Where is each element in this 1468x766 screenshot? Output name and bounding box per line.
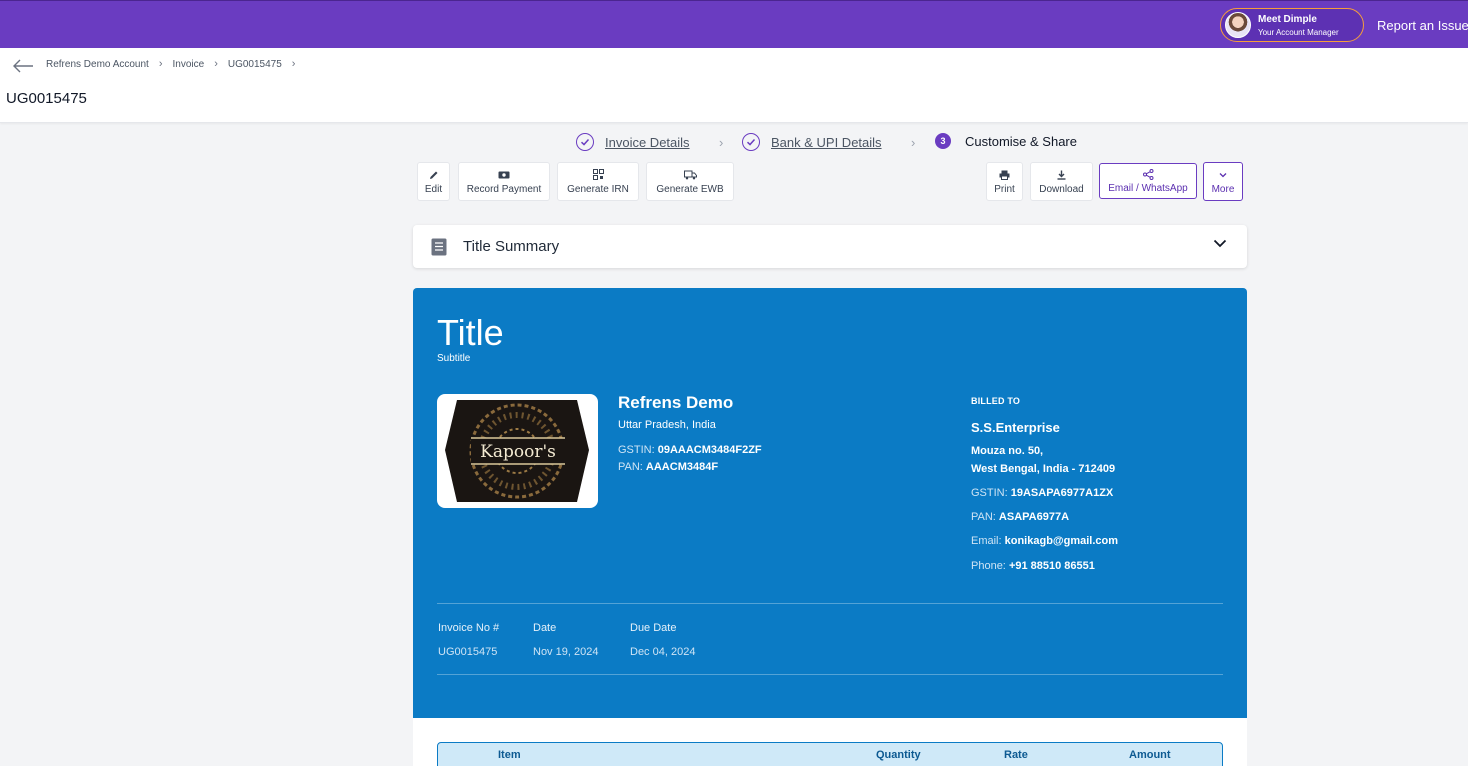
invoice-subtitle: Subtitle bbox=[437, 353, 471, 364]
seller-address: Uttar Pradesh, India bbox=[618, 419, 716, 431]
buyer-gstin: GSTIN: 19ASAPA6977A1ZX bbox=[971, 487, 1113, 499]
gstin-value: 19ASAPA6977A1ZX bbox=[1010, 487, 1114, 499]
divider bbox=[437, 603, 1223, 604]
step-label: Bank & UPI Details bbox=[771, 134, 882, 150]
email-label: Email: bbox=[971, 535, 1002, 547]
chevron-right-icon: › bbox=[214, 58, 218, 70]
buyer-pan: PAN: ASAPA6977A bbox=[971, 511, 1069, 523]
gstin-label: GSTIN: bbox=[618, 444, 655, 456]
download-icon bbox=[1057, 169, 1066, 181]
step-label: Invoice Details bbox=[605, 134, 690, 150]
pan-value: ASAPA6977A bbox=[998, 511, 1070, 523]
record-payment-button[interactable]: Record Payment bbox=[458, 162, 550, 201]
share-icon bbox=[1142, 168, 1154, 180]
chevron-right-icon: › bbox=[719, 135, 724, 150]
phone-value: +91 88510 86551 bbox=[1008, 560, 1095, 572]
page-header: Refrens Demo Account › Invoice › UG00154… bbox=[0, 48, 1468, 123]
gstin-value: 09AAACM3484F2ZF bbox=[657, 444, 762, 456]
items-table: Item Quantity Rate Amount bbox=[413, 718, 1247, 766]
gstin-label: GSTIN: bbox=[971, 487, 1008, 499]
record-payment-label: Record Payment bbox=[466, 183, 542, 195]
print-button[interactable]: Print bbox=[986, 162, 1023, 201]
kapoors-logo-image: Kapoor's bbox=[445, 400, 589, 502]
step-number: 3 bbox=[935, 133, 951, 149]
download-button[interactable]: Download bbox=[1030, 162, 1093, 201]
check-circle-icon bbox=[576, 133, 594, 151]
invoice-number-label: Invoice No # bbox=[438, 622, 500, 634]
report-issue-link[interactable]: Report an Issue bbox=[1377, 18, 1468, 33]
invoice-title: Title bbox=[437, 312, 504, 353]
business-logo: Kapoor's bbox=[437, 394, 598, 508]
breadcrumb-invoice-number[interactable]: UG0015475 bbox=[228, 59, 282, 70]
column-item: Item bbox=[498, 749, 521, 761]
edit-button[interactable]: Edit bbox=[417, 162, 450, 201]
pan-value: AAACM3484F bbox=[645, 461, 719, 473]
divider bbox=[437, 674, 1223, 675]
chevron-right-icon: › bbox=[291, 58, 296, 70]
pencil-icon bbox=[429, 169, 439, 181]
document-icon bbox=[431, 238, 447, 256]
avatar bbox=[1225, 12, 1251, 38]
email-value: konikagb@gmail.com bbox=[1004, 535, 1119, 547]
generate-ewb-label: Generate EWB bbox=[656, 183, 724, 195]
billed-to-heading: BILLED TO bbox=[971, 396, 1021, 406]
print-label: Print bbox=[994, 183, 1015, 195]
buyer-name: S.S.Enterprise bbox=[971, 420, 1060, 435]
more-button[interactable]: More bbox=[1203, 162, 1243, 201]
step-label: Customise & Share bbox=[965, 133, 1077, 149]
email-whatsapp-label: Email / WhatsApp bbox=[1108, 183, 1188, 194]
seller-pan: PAN: AAACM3484F bbox=[618, 461, 718, 473]
buyer-email: Email: konikagb@gmail.com bbox=[971, 535, 1118, 547]
logo-text: Kapoor's bbox=[480, 442, 556, 462]
manager-name: Meet Dimple bbox=[1258, 14, 1317, 25]
back-arrow-icon[interactable] bbox=[12, 58, 34, 74]
check-circle-icon bbox=[742, 133, 760, 151]
invoice-number-value: UG0015475 bbox=[438, 646, 498, 658]
breadcrumb: Refrens Demo Account › Invoice › UG00154… bbox=[46, 58, 305, 70]
chevron-down-icon bbox=[1219, 169, 1227, 181]
column-quantity: Quantity bbox=[876, 749, 921, 761]
truck-icon bbox=[683, 169, 697, 181]
edit-label: Edit bbox=[424, 183, 443, 195]
date-label: Date bbox=[533, 622, 557, 634]
buyer-address-line1: Mouza no. 50, bbox=[971, 445, 1044, 457]
download-label: Download bbox=[1039, 183, 1084, 195]
step-invoice-details[interactable]: Invoice Details bbox=[576, 133, 690, 151]
buyer-phone: Phone: +91 88510 86551 bbox=[971, 560, 1095, 572]
breadcrumb-invoice[interactable]: Invoice bbox=[173, 59, 205, 70]
seller-gstin: GSTIN: 09AAACM3484F2ZF bbox=[618, 444, 762, 456]
due-date-label: Due Date bbox=[630, 622, 677, 634]
items-table-header: Item Quantity Rate Amount bbox=[437, 742, 1223, 766]
step-customise-share[interactable]: 3 Customise & Share bbox=[935, 133, 1077, 149]
buyer-address-line2: West Bengal, India - 712409 bbox=[971, 463, 1116, 475]
column-amount: Amount bbox=[1129, 749, 1171, 761]
due-date-value: Dec 04, 2024 bbox=[630, 646, 696, 658]
pan-label: PAN: bbox=[618, 461, 643, 473]
title-summary-label: Title Summary bbox=[463, 238, 560, 255]
title-summary-accordion[interactable]: Title Summary bbox=[413, 225, 1247, 268]
column-rate: Rate bbox=[1004, 749, 1028, 761]
top-bar: Meet Dimple Your Account Manager Report … bbox=[0, 0, 1468, 48]
email-whatsapp-button[interactable]: Email / WhatsApp bbox=[1099, 163, 1197, 199]
manager-role: Your Account Manager bbox=[1258, 28, 1339, 37]
seller-name: Refrens Demo bbox=[618, 393, 734, 412]
generate-irn-label: Generate IRN bbox=[567, 183, 629, 195]
chevron-right-icon: › bbox=[158, 58, 163, 70]
chevron-down-icon[interactable] bbox=[1213, 239, 1227, 248]
printer-icon bbox=[999, 169, 1010, 181]
invoice-preview: Title Subtitle Kapoor's Refrens Demo Utt… bbox=[413, 288, 1247, 718]
cash-icon bbox=[498, 169, 510, 181]
generate-ewb-button[interactable]: Generate EWB bbox=[646, 162, 734, 201]
pan-label: PAN: bbox=[971, 511, 996, 523]
phone-label: Phone: bbox=[971, 560, 1006, 572]
date-value: Nov 19, 2024 bbox=[533, 646, 599, 658]
account-manager-button[interactable]: Meet Dimple Your Account Manager bbox=[1220, 8, 1364, 42]
page-title: UG0015475 bbox=[6, 90, 87, 107]
step-bank-details[interactable]: Bank & UPI Details bbox=[742, 133, 882, 151]
breadcrumb-account[interactable]: Refrens Demo Account bbox=[46, 59, 149, 70]
generate-irn-button[interactable]: Generate IRN bbox=[557, 162, 639, 201]
more-label: More bbox=[1211, 183, 1235, 195]
chevron-right-icon: › bbox=[911, 135, 916, 150]
qr-code-icon bbox=[592, 169, 604, 181]
